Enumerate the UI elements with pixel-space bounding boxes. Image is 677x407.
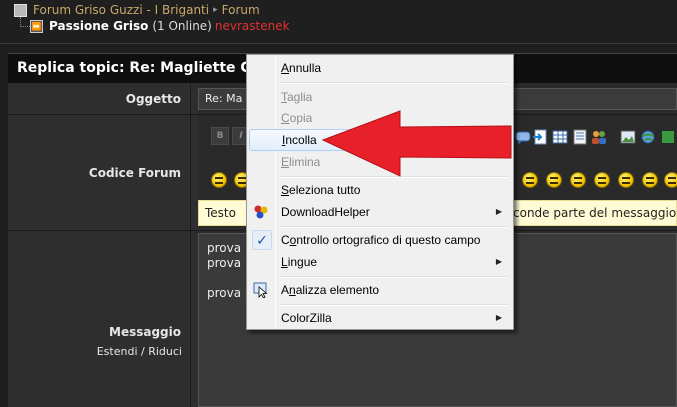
- menu-item-downloadhelper[interactable]: DownloadHelper ▶: [249, 201, 511, 223]
- submenu-arrow-icon: ▶: [495, 207, 502, 216]
- message-label: Messaggio: [109, 325, 181, 339]
- image-icon[interactable]: [620, 129, 636, 145]
- tree-connector: [20, 17, 30, 27]
- smiley-shock-icon[interactable]: [546, 172, 562, 188]
- inspect-element-icon: [253, 282, 268, 298]
- menu-item-analizza-elemento[interactable]: Analizza elemento: [249, 279, 511, 301]
- smiley-sad-icon[interactable]: [594, 172, 610, 188]
- menu-separator: [279, 304, 509, 306]
- submenu-arrow-icon: ▶: [495, 313, 502, 322]
- breadcrumb-forum[interactable]: Forum: [222, 3, 260, 17]
- users-icon[interactable]: [591, 129, 607, 145]
- subforum-icon: ⏩: [30, 19, 43, 33]
- breadcrumb-separator: ▸: [213, 5, 218, 15]
- menu-item-controllo-ortografico[interactable]: ✓ Controllo ortografico di questo campo: [249, 229, 511, 251]
- bold-button[interactable]: B: [211, 127, 229, 145]
- forum-root-icon: [14, 3, 27, 17]
- help-text-right: conde parte del messaggio a: [513, 206, 677, 220]
- help-text-left: Testo: [205, 206, 236, 220]
- more-icon[interactable]: [660, 129, 676, 145]
- smiley-grin-icon[interactable]: [664, 172, 677, 188]
- list-icon[interactable]: [572, 129, 588, 145]
- menu-item-lingue[interactable]: Lingue ▶: [249, 251, 511, 273]
- breadcrumb-forum-root[interactable]: Forum Griso Guzzi - I Briganti: [33, 3, 209, 17]
- quote-icon[interactable]: [515, 129, 531, 145]
- insert-link-icon[interactable]: [532, 129, 548, 145]
- expand-link[interactable]: Estendi: [97, 345, 138, 358]
- smiley-sleep-icon[interactable]: [522, 172, 538, 188]
- resize-links: Estendi / Riduci: [8, 345, 191, 358]
- menu-item-incolla[interactable]: Incolla: [249, 129, 511, 151]
- reduce-link[interactable]: Riduci: [148, 345, 182, 358]
- menu-item-annulla[interactable]: Annulla: [249, 57, 511, 79]
- online-user[interactable]: nevrastenek: [215, 19, 290, 33]
- label-column: [8, 83, 191, 407]
- online-count: (1 Online): [152, 19, 212, 33]
- submenu-arrow-icon: ▶: [495, 257, 502, 266]
- menu-item-seleziona-tutto[interactable]: Seleziona tutto: [249, 179, 511, 201]
- context-menu: Annulla Taglia Copia Incolla Elimina Sel…: [246, 54, 514, 330]
- current-forum: ⏩ Passione Griso (1 Online) nevrastenek: [30, 19, 290, 33]
- resize-separator: /: [141, 345, 145, 358]
- smiley-laugh-icon[interactable]: [618, 172, 634, 188]
- menu-separator: [279, 176, 509, 178]
- forum-name[interactable]: Passione Griso: [49, 19, 148, 33]
- menu-item-colorzilla[interactable]: ColorZilla ▶: [249, 307, 511, 329]
- check-icon: ✓: [252, 230, 272, 250]
- web-icon[interactable]: [640, 129, 656, 145]
- breadcrumb: Forum Griso Guzzi - I Briganti ▸ Forum: [14, 3, 260, 17]
- smiley-whistle-icon[interactable]: [570, 172, 586, 188]
- code-label: Codice Forum: [88, 166, 181, 180]
- menu-item-copia[interactable]: Copia: [249, 107, 511, 129]
- menu-item-elimina[interactable]: Elimina: [249, 151, 511, 173]
- menu-item-taglia[interactable]: Taglia: [249, 86, 511, 108]
- smiley-cool-icon[interactable]: [211, 172, 227, 188]
- smiley-wink-icon[interactable]: [642, 172, 658, 188]
- downloadhelper-icon: [254, 205, 268, 219]
- table-icon[interactable]: [552, 129, 568, 145]
- menu-separator: [279, 226, 509, 228]
- menu-separator: [279, 276, 509, 278]
- subject-label: Oggetto: [125, 92, 181, 106]
- menu-separator: [279, 82, 509, 84]
- breadcrumb-bar: Forum Griso Guzzi - I Briganti ▸ Forum ⏩…: [0, 0, 677, 44]
